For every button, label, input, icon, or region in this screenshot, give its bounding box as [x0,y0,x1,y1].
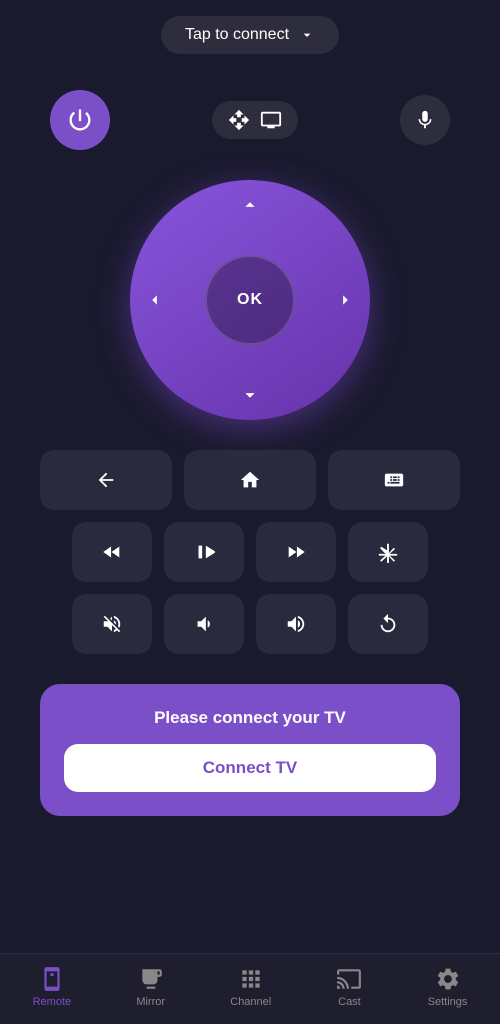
connect-dropdown-label: Tap to connect [185,26,289,44]
ok-button[interactable]: OK [205,255,295,345]
nav-item-cast[interactable]: Cast [326,962,372,1012]
options-button[interactable] [348,522,428,582]
chevron-down-icon [299,27,315,43]
mute-icon [101,613,123,635]
keyboard-button[interactable] [328,450,460,510]
button-grid [40,450,460,654]
settings-nav-icon [435,966,461,992]
nav-toggle-button[interactable] [212,101,298,139]
volume-up-button[interactable] [256,594,336,654]
fastforward-icon [285,541,307,563]
dpad-right-button[interactable] [334,289,356,311]
connect-dropdown[interactable]: Tap to connect [161,16,339,54]
playpause-button[interactable] [164,522,244,582]
mirror-nav-icon [138,966,164,992]
dpad-container: OK [130,180,370,420]
mic-icon [414,109,436,131]
nav-item-remote[interactable]: Remote [23,962,82,1012]
screen-icon [260,109,282,131]
replay-icon [377,613,399,635]
nav-item-remote-label: Remote [33,996,72,1008]
control-row-3 [40,594,460,654]
arrow-up-icon [239,194,261,216]
dpad-left-button[interactable] [144,289,166,311]
channel-nav-icon [238,966,264,992]
power-button[interactable] [50,90,110,150]
nav-item-channel[interactable]: Channel [220,962,281,1012]
dpad-circle[interactable]: OK [130,180,370,420]
ok-label: OK [237,291,263,309]
remote-nav-icon [39,966,65,992]
fastforward-button[interactable] [256,522,336,582]
connect-panel-title: Please connect your TV [154,708,346,728]
back-button[interactable] [40,450,172,510]
nav-item-settings-label: Settings [428,996,468,1008]
control-row-1 [40,450,460,510]
volume-up-icon [285,613,307,635]
control-row [0,80,500,160]
move-icon [228,109,250,131]
power-icon [66,106,94,134]
home-button[interactable] [184,450,316,510]
back-icon [95,469,117,491]
control-row-2 [40,522,460,582]
keyboard-icon [383,469,405,491]
top-bar: Tap to connect [0,0,500,70]
asterisk-icon [377,541,399,563]
arrow-left-icon [144,289,166,311]
rewind-icon [101,541,123,563]
bottom-nav: Remote Mirror Channel Cast Settings [0,953,500,1024]
replay-button[interactable] [348,594,428,654]
arrow-down-icon [239,384,261,406]
cast-nav-icon [336,966,362,992]
nav-item-settings[interactable]: Settings [418,962,478,1012]
nav-item-mirror-label: Mirror [136,996,165,1008]
home-icon [239,469,261,491]
mute-button[interactable] [72,594,152,654]
connect-panel: Please connect your TV Connect TV [40,684,460,816]
volume-down-button[interactable] [164,594,244,654]
rewind-button[interactable] [72,522,152,582]
arrow-right-icon [334,289,356,311]
volume-down-icon [193,613,215,635]
dpad-down-button[interactable] [239,384,261,406]
nav-item-channel-label: Channel [230,996,271,1008]
nav-item-cast-label: Cast [338,996,361,1008]
connect-tv-button[interactable]: Connect TV [64,744,436,792]
dpad-up-button[interactable] [239,194,261,216]
mic-button[interactable] [400,95,450,145]
playpause-icon [193,541,215,563]
nav-item-mirror[interactable]: Mirror [126,962,175,1012]
